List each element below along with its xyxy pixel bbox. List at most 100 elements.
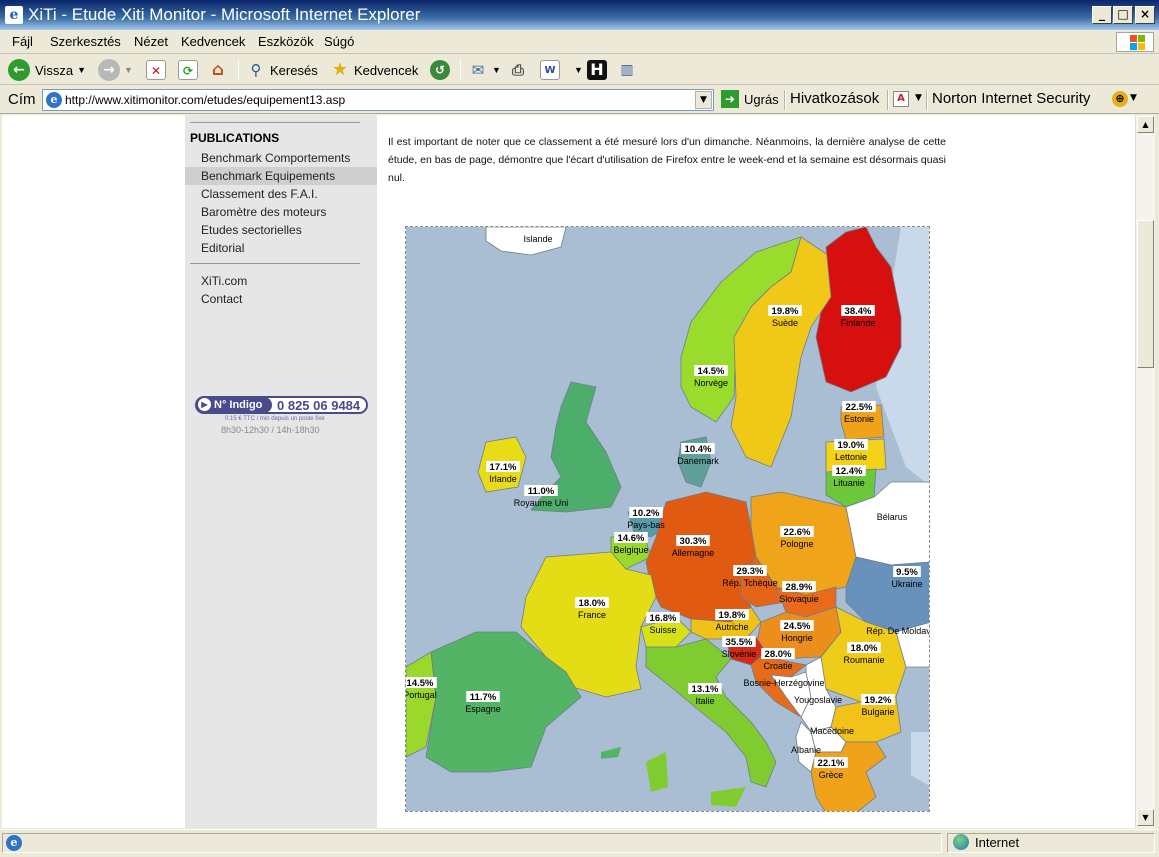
home-button[interactable]: ⌂ [208, 58, 228, 82]
nav-item-barometre-moteurs[interactable]: Baromètre des moteurs [185, 203, 377, 221]
norton-icon[interactable]: ⊕ [1112, 91, 1128, 107]
value-label-belgique: 14.6% [618, 533, 645, 544]
value-label-bulgarie: 19.2% [865, 695, 892, 706]
page-icon: e [46, 92, 62, 108]
vertical-scrollbar[interactable]: ▲ ▼ [1135, 115, 1155, 828]
menu-favorites[interactable]: Kedvencek [181, 34, 245, 49]
search-button[interactable]: ⚲ Keresés [246, 58, 318, 82]
standard-toolbar: ← Vissza ▼ → ▼ ✕ ⟳ ⌂ ⚲ Keresés ★ Kedvenc… [0, 55, 1159, 85]
mail-button[interactable]: ✉ ▼ [468, 58, 501, 82]
go-arrow-icon: ➜ [721, 90, 739, 108]
address-bar: Cím e http://www.xitimonitor.com/etudes/… [0, 86, 1159, 114]
indigo-number-banner[interactable]: ▶ N° Indigo 0 825 06 9484 [195, 396, 368, 414]
europe-map-svg: Islande38.4%Finlande19.8%Suède14.5%Norvè… [406, 227, 929, 811]
country-label-r-p-tch-que: Rép. Tchèque [722, 578, 777, 588]
address-url[interactable]: http://www.xitimonitor.com/etudes/equipe… [65, 93, 345, 107]
scroll-down-icon[interactable]: ▼ [1137, 809, 1154, 826]
bar-separator [784, 90, 786, 110]
history-button[interactable]: ↺ [430, 58, 450, 82]
value-label-croatie: 28.0% [765, 649, 792, 660]
menu-file[interactable]: Fájl [12, 34, 33, 49]
country-label-suisse: Suisse [649, 625, 676, 635]
country-label-autriche: Autriche [715, 622, 748, 632]
scroll-up-icon[interactable]: ▲ [1137, 116, 1154, 133]
value-label-lituanie: 12.4% [836, 466, 863, 477]
scroll-thumb[interactable] [1137, 220, 1154, 368]
favorites-button[interactable]: ★ Kedvencek [330, 58, 418, 82]
address-label: Cím [8, 91, 36, 108]
country-label-roumanie: Roumanie [843, 655, 884, 665]
back-arrow-icon: ← [8, 59, 30, 81]
mail-dropdown-icon[interactable]: ▼ [492, 65, 501, 75]
nav-item-benchmark-comportements[interactable]: Benchmark Comportements [185, 149, 377, 167]
country-label-hongrie: Hongrie [781, 633, 813, 643]
nav-item-editorial[interactable]: Editorial [185, 239, 377, 257]
article-text: Il est important de noter que ce classem… [388, 136, 946, 184]
country-label-belgique: Belgique [613, 545, 648, 555]
menu-help[interactable]: Súgó [324, 34, 354, 49]
indigo-hours: 8h30-12h30 / 14h-18h30 [221, 425, 320, 435]
nav-item-classement-fai[interactable]: Classement des F.A.I. [185, 185, 377, 203]
maximize-button[interactable]: □ [1113, 6, 1133, 24]
toolbar-separator [238, 60, 239, 80]
ie-icon: e [5, 6, 23, 24]
country-label-pologne: Pologne [780, 539, 813, 549]
country-label-finlande: Finlande [841, 318, 876, 328]
go-label: Ugrás [744, 91, 779, 107]
nav-item-xiti[interactable]: XiTi.com [185, 272, 377, 290]
country-label-b-larus: Bélarus [877, 512, 908, 522]
forward-dropdown-icon[interactable]: ▼ [124, 65, 133, 75]
menu-bar: Fájl Szerkesztés Nézet Kedvencek Eszközö… [0, 30, 1159, 54]
country-label-albanie: Albanie [791, 745, 821, 755]
edit-button[interactable]: W ▼ [540, 58, 583, 82]
country-label-mac-doine: Macédoine [810, 726, 854, 736]
country-label-lituanie: Lituanie [833, 478, 865, 488]
address-input[interactable]: e http://www.xitimonitor.com/etudes/equi… [42, 89, 714, 111]
address-dropdown-icon[interactable]: ▼ [695, 91, 712, 109]
discuss-button[interactable]: H [587, 58, 607, 82]
favorites-label: Kedvencek [354, 62, 419, 78]
country-label-portugal: Portugal [406, 690, 437, 700]
research-button[interactable]: ▥ [617, 58, 637, 82]
country-label-slov-nie: Slovénie [722, 649, 757, 659]
close-button[interactable]: × [1135, 6, 1155, 24]
go-button[interactable]: ➜ Ugrás [721, 90, 779, 108]
indigo-price-note: 0,15 € TTC / min depuis un poste fixe [225, 416, 325, 422]
forward-button[interactable]: → ▼ [98, 58, 133, 82]
nav-item-contact[interactable]: Contact [185, 290, 377, 308]
country-label-pays-bas: Pays-bas [627, 520, 665, 530]
minimize-button[interactable]: _ [1092, 6, 1112, 24]
print-button[interactable]: ⎙ [508, 58, 528, 82]
links-button[interactable]: Hivatkozások [790, 90, 879, 107]
value-label-finlande: 38.4% [845, 306, 872, 317]
sidebar: PUBLICATIONS Benchmark Comportements Ben… [185, 115, 377, 828]
norton-dropdown-icon[interactable]: ▼ [1130, 93, 1137, 103]
nav-item-benchmark-equipements[interactable]: Benchmark Equipements [185, 167, 377, 185]
country-label-slovaquie: Slovaquie [779, 594, 819, 604]
menu-tools[interactable]: Eszközök [258, 34, 314, 49]
menu-view[interactable]: Nézet [134, 34, 168, 49]
back-button[interactable]: ← Vissza ▼ [8, 58, 86, 82]
back-dropdown-icon[interactable]: ▼ [77, 65, 86, 75]
pdf-dropdown-icon[interactable]: ▼ [915, 93, 922, 103]
country-label-ukraine: Ukraine [891, 579, 922, 589]
menu-edit[interactable]: Szerkesztés [50, 34, 121, 49]
value-label-royaume-uni: 11.0% [528, 486, 555, 497]
value-label-irlande: 17.1% [490, 462, 517, 473]
status-bar: e Internet [0, 829, 1159, 857]
value-label-italie: 13.1% [692, 684, 719, 695]
value-label-pays-bas: 10.2% [633, 508, 660, 519]
nav-item-etudes-sectorielles[interactable]: Etudes sectorielles [185, 221, 377, 239]
country-label-bulgarie: Bulgarie [861, 707, 894, 717]
edit-dropdown-icon[interactable]: ▼ [574, 65, 583, 75]
internet-zone: Internet [953, 834, 1019, 850]
printer-icon: ⎙ [511, 61, 524, 79]
pdf-icon[interactable]: A [893, 91, 909, 107]
zone-label: Internet [975, 834, 1020, 850]
refresh-button[interactable]: ⟳ [178, 58, 198, 82]
value-label-su-de: 19.8% [772, 306, 799, 317]
norton-toolbar[interactable]: Norton Internet Security [932, 90, 1090, 107]
stop-button[interactable]: ✕ [146, 58, 166, 82]
value-label-danemark: 10.4% [685, 444, 712, 455]
country-label-yougoslavie: Yougoslavie [794, 695, 842, 705]
